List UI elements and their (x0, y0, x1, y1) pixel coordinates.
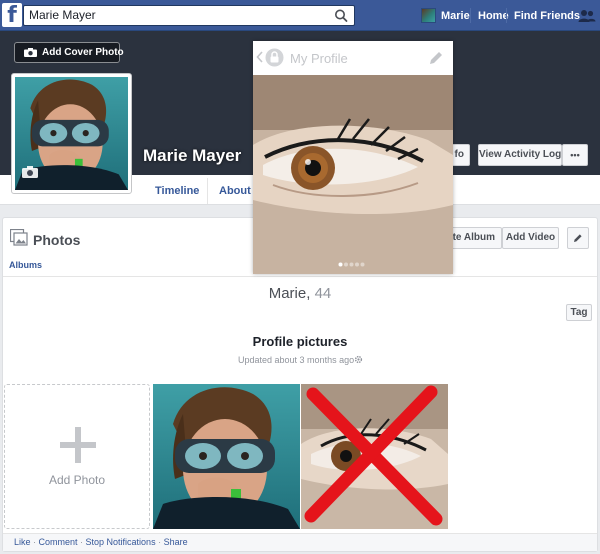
comment-link[interactable]: Comment (39, 537, 78, 547)
gear-icon[interactable] (354, 355, 363, 364)
lock-icon (265, 48, 284, 67)
camera-icon (24, 48, 37, 57)
add-photo-tile[interactable]: Add Photo (4, 384, 150, 529)
carousel-dot[interactable] (338, 262, 343, 267)
tab-divider (207, 178, 208, 204)
plus-icon (60, 427, 96, 463)
photo-thumbnail-eye-crossed[interactable] (301, 384, 448, 529)
tab-timeline[interactable]: Timeline (155, 185, 199, 197)
nav-find-friends-link[interactable]: Find Friends (514, 10, 580, 22)
nav-user-avatar[interactable] (421, 8, 436, 23)
overlay-title: My Profile (290, 51, 348, 66)
nav-home-link[interactable]: Home (478, 10, 509, 22)
profile-name: Marie Mayer (143, 146, 242, 165)
albums-link[interactable]: Albums (9, 260, 42, 270)
nav-divider (506, 8, 507, 23)
carousel-dot[interactable] (355, 262, 359, 267)
caption-age: 44 (314, 285, 332, 302)
photo-thumbnail-diver[interactable] (153, 384, 300, 529)
overlay-eye-photo[interactable] (253, 75, 453, 274)
search-icon[interactable] (330, 6, 352, 25)
album-updated-text: Updated about 3 months ago (238, 355, 355, 365)
tab-about[interactable]: About (219, 185, 251, 197)
add-cover-photo-label: Add Cover Photo (42, 47, 124, 58)
photos-title: Photos (33, 232, 81, 248)
carousel-dots[interactable] (338, 262, 366, 267)
carousel-dot[interactable] (344, 262, 348, 267)
back-chevron-icon[interactable] (256, 51, 263, 63)
pencil-icon (574, 234, 582, 242)
search-input[interactable]: Marie Mayer (23, 5, 355, 26)
pencil-icon[interactable] (428, 50, 444, 66)
tag-button[interactable]: Tag (566, 304, 592, 321)
edit-photos-button[interactable] (567, 227, 589, 249)
facebook-logo-icon[interactable]: f (2, 3, 22, 27)
view-activity-log-button[interactable]: View Activity Log (478, 144, 562, 166)
footer-separator: · (155, 537, 164, 547)
share-link[interactable]: Share (164, 537, 188, 547)
add-cover-photo-button[interactable]: Add Cover Photo (14, 42, 124, 63)
photo-actions-bar: Like · Comment · Stop Notifications · Sh… (3, 533, 597, 551)
album-title[interactable]: Profile pictures (0, 334, 600, 349)
footer-separator: · (30, 537, 39, 547)
add-photo-label: Add Photo (48, 473, 106, 487)
photos-header-divider (3, 276, 597, 277)
caption-name: Marie, (268, 285, 311, 302)
friends-icon[interactable] (578, 9, 596, 23)
update-profile-camera-icon[interactable] (22, 166, 38, 178)
carousel-dot[interactable] (360, 262, 365, 267)
carousel-dot[interactable] (349, 262, 354, 267)
nav-user-name[interactable]: Marie (441, 10, 470, 22)
nav-divider (470, 8, 471, 23)
like-link[interactable]: Like (14, 537, 31, 547)
stop-notifications-link[interactable]: Stop Notifications (86, 537, 156, 547)
footer-separator: · (77, 537, 86, 547)
more-options-button[interactable]: ••• (562, 144, 588, 166)
caption-name-age: Marie, 44 (0, 285, 600, 303)
add-video-button[interactable]: Add Video (502, 227, 559, 249)
photos-icon (10, 229, 28, 246)
